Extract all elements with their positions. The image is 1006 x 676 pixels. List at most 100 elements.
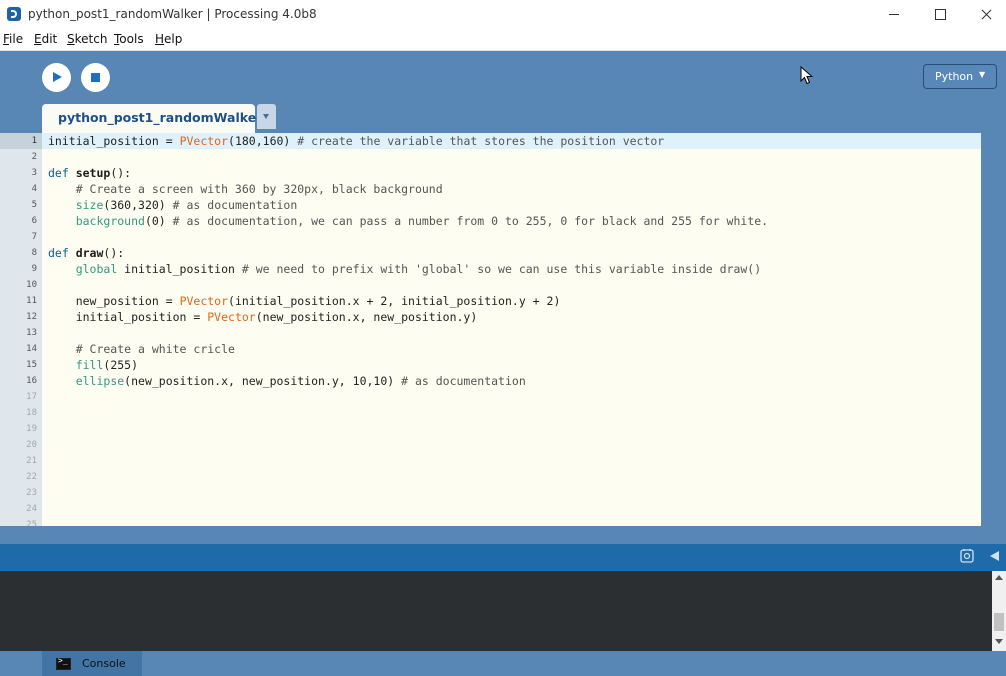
code-line: fill(255) [48, 357, 138, 373]
window-title: python_post1_randomWalker | Processing 4… [28, 7, 317, 21]
code-token: PVector [179, 294, 229, 308]
line-number: 6 [31, 216, 37, 226]
code-editor[interactable]: initial_position = PVector(180,160) # cr… [42, 133, 981, 526]
line-number: 2 [31, 152, 37, 162]
menu-tools[interactable]: Tools [114, 32, 144, 46]
code-token: # Create a screen with 360 by 320px, bla… [48, 182, 443, 196]
code-token: (new_position.x, new_position.y) [255, 310, 478, 324]
mode-selector-button[interactable]: Python ▼ [923, 64, 997, 89]
scroll-thumb[interactable] [994, 613, 1004, 631]
stop-button[interactable] [81, 63, 110, 92]
footer-bar: Console [0, 651, 1006, 676]
tab-python-post1-randomwalker[interactable]: python_post1_randomWalker [42, 104, 262, 133]
menu-sketch[interactable]: Sketch [67, 32, 107, 46]
code-token: def [48, 166, 76, 180]
code-token: (0) [144, 214, 173, 228]
debugger-icon[interactable] [960, 548, 974, 564]
line-number: 5 [31, 200, 37, 210]
code-line: def draw(): [48, 245, 124, 261]
line-number: 8 [31, 248, 37, 258]
code-line: initial_position = PVector(180,160) # cr… [48, 133, 664, 149]
tab-menu-arrow-icon [263, 114, 269, 119]
code-token: (): [110, 166, 132, 180]
close-button[interactable] [963, 0, 1006, 30]
run-button[interactable] [42, 63, 71, 92]
code-token: background [75, 214, 145, 228]
tab-menu-button[interactable] [257, 104, 276, 129]
line-number: 15 [26, 360, 37, 370]
stop-icon [91, 73, 100, 82]
code-token: new_position = [48, 294, 180, 308]
menu-help[interactable]: Help [155, 32, 182, 46]
message-area [0, 544, 1006, 571]
code-token: PVector [207, 310, 256, 324]
code-token: initial_position = [48, 310, 208, 324]
minimize-button[interactable] [871, 0, 917, 30]
line-number: 22 [26, 472, 37, 482]
code-token: def [48, 246, 76, 260]
line-number: 19 [26, 424, 37, 434]
code-token: initial_position [117, 262, 242, 276]
line-number: 9 [31, 264, 37, 274]
code-token: fill [75, 358, 104, 372]
line-number: 10 [26, 280, 37, 290]
menu-bar: File Edit Sketch Tools Help [0, 30, 1006, 51]
code-token: (new_position.x, new_position.y, 10,10) [124, 374, 402, 388]
code-token: global [75, 262, 118, 276]
run-icon [53, 72, 62, 82]
code-token: draw [75, 246, 104, 260]
code-token: # Create a white cricle [48, 342, 235, 356]
collapse-panel-icon[interactable] [990, 551, 999, 561]
line-number: 16 [26, 376, 37, 386]
console-tab[interactable]: Console [42, 651, 142, 676]
line-number: 11 [26, 296, 37, 306]
code-line: new_position = PVector(initial_position.… [48, 293, 561, 309]
chevron-down-icon: ▼ [979, 70, 986, 79]
console-label: Console [82, 657, 126, 670]
line-number: 7 [31, 232, 37, 242]
code-token: # create the variable that stores the po… [297, 134, 665, 148]
code-token: ellipse [75, 374, 125, 388]
code-line: # Create a white cricle [48, 341, 235, 357]
processing-app-icon [7, 7, 21, 21]
console-scrollbar[interactable] [992, 571, 1006, 651]
code-line: size(360,320) # as documentation [48, 197, 298, 213]
menu-edit[interactable]: Edit [34, 32, 57, 46]
code-token: (): [103, 246, 125, 260]
code-line: initial_position = PVector(new_position.… [48, 309, 478, 325]
code-line: ellipse(new_position.x, new_position.y, … [48, 373, 526, 389]
code-line: background(0) # as documentation, we can… [48, 213, 768, 229]
line-number: 1 [31, 136, 37, 146]
tab-label: python_post1_randomWalker [58, 110, 263, 125]
code-line: # Create a screen with 360 by 320px, bla… [48, 181, 443, 197]
code-token: # as documentation, we can pass a number… [172, 214, 769, 228]
line-number: 17 [26, 392, 37, 402]
code-token: (255) [103, 358, 139, 372]
code-token: # as documentation [401, 374, 526, 388]
line-number: 13 [26, 328, 37, 338]
scroll-down-icon[interactable] [995, 639, 1003, 644]
mode-label: Python [935, 70, 974, 83]
menu-file[interactable]: File [3, 32, 23, 46]
scroll-up-icon[interactable] [995, 575, 1003, 580]
console-output[interactable] [0, 571, 992, 651]
line-number: 25 [26, 520, 37, 526]
code-token: (360,320) [103, 198, 173, 212]
title-bar: python_post1_randomWalker | Processing 4… [0, 0, 1006, 30]
code-token: PVector [179, 134, 229, 148]
line-number: 18 [26, 408, 37, 418]
line-number: 20 [26, 440, 37, 450]
maximize-button[interactable] [917, 0, 963, 30]
code-token: (initial_position.x + 2, initial_positio… [228, 294, 561, 308]
code-line: def setup(): [48, 165, 131, 181]
line-number-gutter: 1 2 3 4 5 6 7 8 9 10 11 12 13 14 15 16 17 18 19 20 21 22 23 24 2… [0, 133, 42, 526]
code-token: (180,160) [228, 134, 298, 148]
line-number: 24 [26, 504, 37, 514]
line-number: 21 [26, 456, 37, 466]
line-number: 3 [31, 168, 37, 178]
code-token: setup [75, 166, 111, 180]
